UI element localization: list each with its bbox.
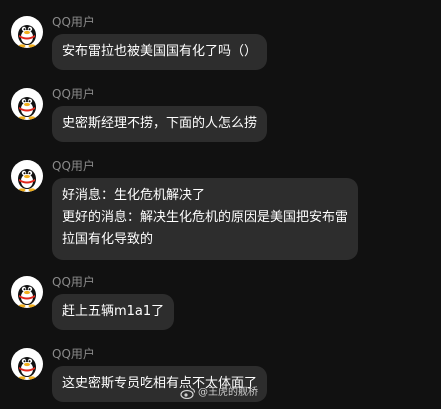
avatar[interactable] <box>11 160 43 192</box>
watermark: @王虎的舰桥 <box>180 386 258 400</box>
message-bubble[interactable]: 史密斯经理不捞，下面的人怎么捞 <box>52 106 268 142</box>
avatar[interactable] <box>11 88 43 120</box>
qq-penguin-icon <box>18 97 36 120</box>
sender-name: QQ用户 <box>52 347 95 361</box>
qq-penguin-icon <box>18 285 36 308</box>
message-text: 史密斯经理不捞，下面的人怎么捞 <box>62 116 258 131</box>
chat-log: QQ用户 安布雷拉也被美国国有化了吗（） QQ用户 史密斯经理不捞，下面的人怎么… <box>0 0 441 409</box>
sender-name: QQ用户 <box>52 159 95 173</box>
avatar[interactable] <box>11 348 43 380</box>
message-bubble[interactable]: 好消息：生化危机解决了 更好的消息：解决生化危机的原因是美国把安布雷 拉国有化导… <box>52 178 359 260</box>
message-bubble[interactable]: 赶上五辆m1a1了 <box>52 294 175 330</box>
avatar[interactable] <box>11 276 43 308</box>
message-text: 更好的消息：解决生化危机的原因是美国把安布雷 <box>62 210 349 225</box>
weibo-icon <box>180 387 196 399</box>
message-text: 好消息：生化危机解决了 <box>62 188 206 203</box>
message-bubble[interactable]: 安布雷拉也被美国国有化了吗（） <box>52 34 268 70</box>
qq-penguin-icon <box>18 169 36 192</box>
sender-name: QQ用户 <box>52 275 95 289</box>
watermark-text: @王虎的舰桥 <box>198 387 258 398</box>
avatar[interactable] <box>11 16 43 48</box>
message-text: 拉国有化导致的 <box>62 232 154 247</box>
message-text: 安布雷拉也被美国国有化了吗（） <box>62 44 258 59</box>
message-text: 赶上五辆m1a1了 <box>62 304 165 319</box>
sender-name: QQ用户 <box>52 15 95 29</box>
sender-name: QQ用户 <box>52 87 95 101</box>
qq-penguin-icon <box>18 357 36 380</box>
qq-penguin-icon <box>18 25 36 48</box>
